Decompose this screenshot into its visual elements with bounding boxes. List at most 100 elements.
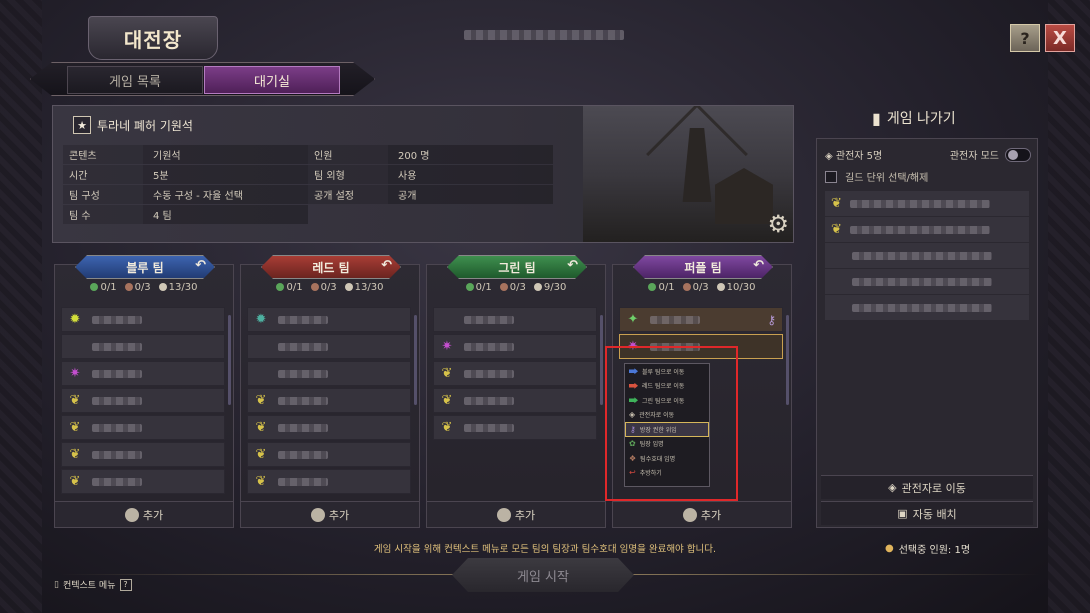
help-icon[interactable]: ? [119,578,132,591]
leader-count: 0/1 [475,282,492,293]
empty-icon [438,311,456,329]
member-count: 13/30 [168,282,198,293]
eye-icon: ◈ [825,151,833,162]
scrollbar[interactable] [228,315,231,405]
star-emblem-icon: ✷ [69,366,81,381]
leader-count: 0/1 [100,282,117,293]
crest-icon: ❦ [69,447,81,462]
guild-select-label: 길드 단위 선택/해제 [845,173,929,184]
list-item[interactable]: ❦ [61,442,225,467]
member-count: 13/30 [354,282,384,293]
add-member-button[interactable]: 추가 [427,501,605,527]
list-item[interactable]: ✷ [61,361,225,386]
list-item[interactable]: ❦ [61,388,225,413]
reset-icon[interactable]: ↶ [381,258,392,273]
list-item[interactable]: ❦ [61,415,225,440]
list-item[interactable]: ❦ [247,415,411,440]
scrollbar[interactable] [786,315,789,405]
list-item[interactable]: ❦ [433,415,597,440]
add-label: 추가 [328,508,350,522]
tab-game-list[interactable]: 게임 목록 [67,66,203,94]
map-preview-image [583,106,793,242]
close-button[interactable]: X [1045,24,1075,52]
person-icon: ● [885,543,894,554]
list-item[interactable] [247,361,411,386]
member-list: ✹ ✷ ❦ ❦ ❦ ❦ [61,307,225,496]
team-counts: 0/1 0/3 9/30 [427,282,605,293]
info-key: 콘텐츠 [63,144,143,164]
list-item[interactable]: ❦ [61,469,225,494]
add-member-button[interactable]: 추가 [613,501,791,527]
crest-icon: ❦ [831,196,842,211]
list-item[interactable] [61,334,225,359]
team-counts: 0/1 0/3 13/30 [55,282,233,293]
team-name: 그린 팀 [498,260,536,275]
crest-icon: ❦ [255,474,267,489]
spectator-header: ◈ 관전자 5명 관전자 모드 [825,147,1031,162]
list-item[interactable]: ✦ ⚷ [619,307,783,332]
turtle-emblem-icon: ✦ [627,312,639,327]
list-item[interactable] [825,295,1029,320]
guild-select-row[interactable]: 길드 단위 선택/해제 [825,169,928,184]
spectator-mode-toggle[interactable] [1005,147,1031,162]
list-item[interactable]: ❦ [247,388,411,413]
list-item[interactable]: ❦ [247,469,411,494]
member-name-blurred [92,477,142,486]
list-item[interactable]: ❦ [247,442,411,467]
list-item[interactable]: ✹ [61,307,225,332]
guild-select-checkbox[interactable] [825,170,837,183]
auto-assign-button[interactable]: ▣ 자동 배치 [821,501,1033,525]
team-counts: 0/1 0/3 13/30 [241,282,419,293]
guard-count: 0/3 [692,282,709,293]
gear-icon[interactable]: ⚙ [767,210,789,238]
help-button[interactable]: ? [1010,24,1040,52]
left-border-decoration [0,0,42,613]
add-member-button[interactable]: 추가 [241,501,419,527]
list-item[interactable]: ❦ [825,217,1029,242]
exit-game-button[interactable]: ▮ 게임 나가기 [872,108,956,128]
guard-count: 0/3 [509,282,526,293]
list-item[interactable] [433,307,597,332]
info-key: 팀 외형 [308,164,388,184]
star-emblem-icon: ✷ [441,339,453,354]
list-item[interactable]: ❦ [433,388,597,413]
start-requirement-notice: 게임 시작을 위해 컨텍스트 메뉴로 모든 팀의 팀장과 팀수호대 임명을 완료… [373,544,717,555]
crest-icon: ❦ [255,447,267,462]
reset-icon[interactable]: ↶ [753,258,764,273]
scrollbar[interactable] [414,315,417,405]
empty-icon [252,338,270,356]
move-to-spectator-button[interactable]: ◈ 관전자로 이동 [821,475,1033,499]
scrollbar[interactable] [600,315,603,405]
list-item[interactable]: ❦ [433,361,597,386]
info-key: 공개 설정 [308,184,388,204]
crest-icon: ❦ [441,393,453,408]
crest-icon: ❦ [441,420,453,435]
reset-icon[interactable]: ↶ [195,258,206,273]
spectator-name-blurred [852,303,992,312]
list-item[interactable] [825,243,1029,268]
tab-lobby[interactable]: 대기실 [204,66,340,94]
team-green: 그린 팀 ↶ 0/1 0/3 9/30 ✷ ❦ ❦ ❦ 추가 [426,264,606,528]
add-member-button[interactable]: 추가 [55,501,233,527]
list-item[interactable] [825,269,1029,294]
list-item[interactable]: ✷ [433,334,597,359]
context-menu-hint: ▯ 컨텍스트 메뉴 ? [54,578,132,591]
member-name-blurred [464,342,514,351]
spectator-name-blurred [852,251,992,260]
list-item[interactable] [247,334,411,359]
start-game-button[interactable]: 게임 시작 [452,558,634,592]
info-value: 4 팀 [143,204,308,224]
member-name-blurred [278,450,328,459]
info-key: 인원 [308,144,388,164]
info-value: 사용 [388,164,553,184]
reset-icon[interactable]: ↶ [567,258,578,273]
info-row: 콘텐츠 기원석 인원 200 명 [63,144,553,164]
spectator-count: ◈ 관전자 5명 [825,147,882,162]
team-red-header: 레드 팀 ↶ [261,255,401,279]
list-item[interactable]: ❦ [825,191,1029,216]
list-item[interactable]: ✹ [247,307,411,332]
info-key: 팀 구성 [63,184,143,204]
member-name-blurred [464,423,514,432]
spectator-mode: 관전자 모드 [950,147,1031,162]
team-counts: 0/1 0/3 10/30 [613,282,791,293]
